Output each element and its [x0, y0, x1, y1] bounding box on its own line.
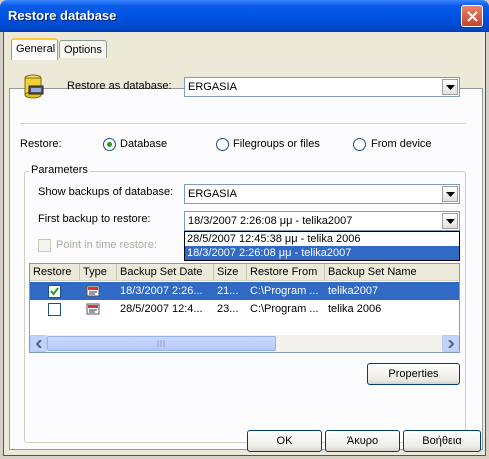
combo-dropdown-button[interactable] [442, 213, 458, 229]
row-name: telika2007 [328, 285, 379, 297]
combo-dropdown-button[interactable] [442, 186, 458, 202]
row-size: 21... [217, 285, 239, 297]
tab-label: Options [64, 44, 102, 56]
row-restore-from: C:\Program ... [250, 285, 319, 297]
combo-dropdown-button[interactable] [442, 79, 458, 95]
scrollbar-thumb[interactable] [47, 336, 276, 351]
general-tab-panel: Restore as database: ERGASIA Restore: Da… [9, 74, 483, 450]
restore-label: Restore: [20, 138, 62, 150]
title-bar[interactable]: Restore database [0, 0, 489, 32]
parameters-title: Parameters [29, 164, 90, 176]
radio-database[interactable] [103, 138, 116, 151]
table-row[interactable]: 18/3/2007 2:26... 21... C:\Program ... t… [30, 282, 459, 300]
row-date: 18/3/2007 2:26... [120, 285, 203, 297]
row-size: 23... [217, 303, 239, 315]
row-date: 28/5/2007 12:4... [120, 303, 203, 315]
grid-header: Restore Type Backup Set Date Size Restor… [30, 264, 459, 281]
first-backup-combo[interactable]: 18/3/2007 2:26:08 μμ - telika2007 [184, 211, 460, 231]
table-row[interactable]: 28/5/2007 12:4... 23... C:\Program ... t… [30, 300, 459, 318]
restore-as-label: Restore as database: [67, 80, 172, 92]
radio-from-device-label[interactable]: From device [371, 138, 432, 150]
scroll-left-button[interactable] [30, 335, 47, 352]
checkmark-icon [50, 287, 59, 296]
show-backups-value: ERGASIA [188, 188, 237, 200]
dropdown-option-selected[interactable]: 18/3/2007 2:26:08 μμ - telika2007 [185, 246, 459, 260]
restore-as-database-combo[interactable]: ERGASIA [184, 77, 460, 97]
column-header-restore-from[interactable]: Restore From [247, 264, 325, 281]
scroll-right-button[interactable] [442, 335, 459, 352]
grip-icon [157, 340, 165, 347]
radio-filegroups[interactable] [216, 138, 229, 151]
horizontal-scrollbar[interactable] [30, 335, 459, 352]
radio-selected-dot [107, 142, 112, 147]
column-header-restore[interactable]: Restore [30, 264, 80, 281]
show-backups-label: Show backups of database: [38, 186, 174, 198]
database-icon [20, 73, 48, 101]
backup-type-icon [82, 282, 112, 300]
properties-button[interactable]: Properties [367, 363, 460, 385]
column-header-name[interactable]: Backup Set Name [325, 264, 459, 281]
close-button[interactable] [461, 5, 483, 27]
column-header-type[interactable]: Type [80, 264, 117, 281]
row-name: telika 2006 [328, 303, 382, 315]
restore-as-value: ERGASIA [188, 81, 237, 93]
radio-database-label[interactable]: Database [120, 138, 167, 150]
first-backup-value: 18/3/2007 2:26:08 μμ - telika2007 [188, 215, 353, 227]
row-restore-checkbox[interactable] [48, 303, 61, 316]
separator [20, 123, 466, 125]
backup-type-icon [82, 300, 112, 318]
tab-label: General [16, 43, 56, 55]
window-title: Restore database [8, 8, 117, 23]
point-in-time-label: Point in time restore: [56, 239, 157, 251]
first-backup-dropdown-list[interactable]: 28/5/2007 12:45:38 μμ - telika 2006 18/3… [184, 231, 460, 261]
column-header-date[interactable]: Backup Set Date [117, 264, 214, 281]
column-header-size[interactable]: Size [214, 264, 247, 281]
backup-sets-grid[interactable]: Restore Type Backup Set Date Size Restor… [29, 263, 460, 353]
radio-from-device[interactable] [353, 138, 366, 151]
tab-options[interactable]: Options [59, 40, 107, 58]
chevron-left-icon [36, 340, 42, 348]
dialog-body: General Options Restore as database: ERG… [3, 32, 486, 456]
show-backups-combo[interactable]: ERGASIA [184, 184, 460, 204]
ok-button[interactable]: OK [247, 430, 322, 452]
cancel-button[interactable]: Άκυρο [325, 430, 400, 452]
radio-filegroups-label[interactable]: Filegroups or files [233, 138, 320, 150]
tab-general[interactable]: General [11, 38, 58, 60]
chevron-right-icon [448, 340, 454, 348]
row-restore-checkbox[interactable] [48, 285, 61, 298]
row-restore-from: C:\Program ... [250, 303, 319, 315]
chevron-down-icon [446, 219, 455, 224]
first-backup-label: First backup to restore: [38, 213, 151, 225]
point-in-time-checkbox[interactable] [38, 239, 51, 252]
chevron-down-icon [446, 85, 455, 90]
help-button[interactable]: Βοήθεια [403, 430, 481, 452]
dropdown-option[interactable]: 28/5/2007 12:45:38 μμ - telika 2006 [185, 232, 459, 246]
close-icon [467, 11, 478, 22]
chevron-down-icon [446, 192, 455, 197]
